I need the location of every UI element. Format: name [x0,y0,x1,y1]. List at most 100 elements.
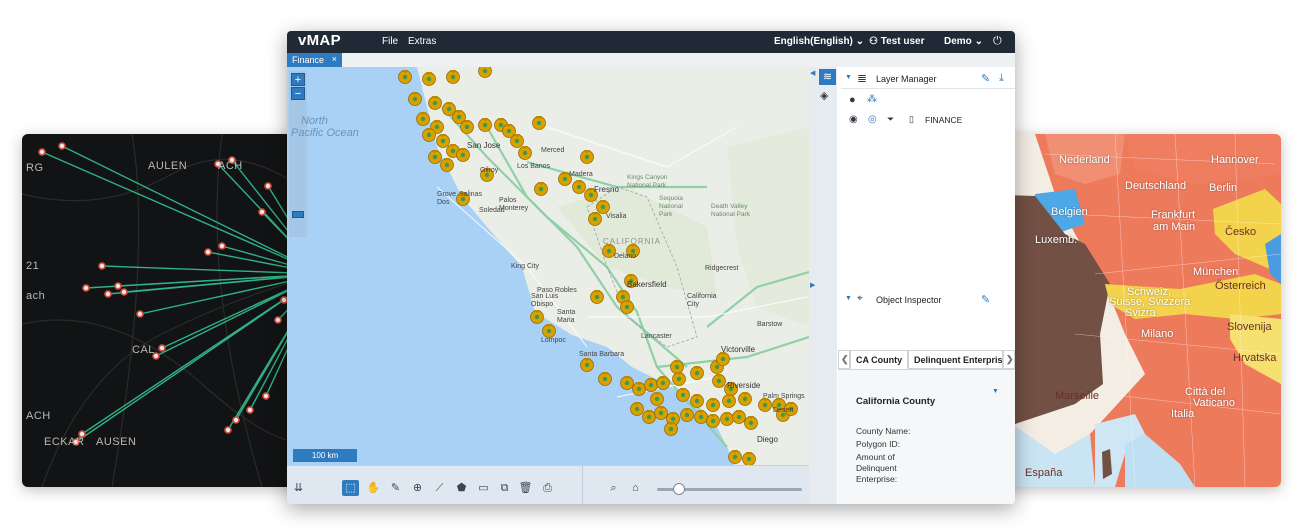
download-icon[interactable]: ⤓ [999,72,1004,85]
money-bag-marker[interactable] [398,70,412,84]
group-layer-icon[interactable]: ⁂ [867,94,877,105]
money-bag-marker[interactable] [510,134,524,148]
money-bag-marker[interactable] [656,376,670,390]
money-bag-marker[interactable] [642,410,656,424]
money-bag-marker[interactable] [650,392,664,406]
money-bag-marker[interactable] [670,360,684,374]
money-bag-marker[interactable] [460,120,474,134]
money-bag-marker[interactable] [428,96,442,110]
menu-extras[interactable]: Extras [408,36,436,47]
paint-bucket-icon[interactable]: ◈ [820,89,828,102]
money-bag-marker[interactable] [620,300,634,314]
tab-delinquent-enterprise[interactable]: Delinquent Enterprise [908,350,1003,369]
zoom-slider-thumb[interactable] [673,483,685,495]
money-bag-marker[interactable] [428,150,442,164]
money-bag-marker[interactable] [478,118,492,132]
money-bag-marker[interactable] [654,406,668,420]
money-bag-marker[interactable] [630,402,644,416]
money-bag-marker[interactable] [716,352,730,366]
money-bag-marker[interactable] [706,414,720,428]
search-icon[interactable]: ⌕ [605,480,622,496]
tab-finance[interactable]: Finance × [287,53,342,67]
money-bag-marker[interactable] [744,416,758,430]
money-bag-marker[interactable] [598,372,612,386]
money-bag-marker[interactable] [590,290,604,304]
edit-icon[interactable]: ✎ [981,293,990,306]
money-bag-marker[interactable] [440,158,454,172]
print-tool-icon[interactable]: ⎙ [539,480,556,496]
money-bag-marker[interactable] [722,394,736,408]
home-icon[interactable]: ⌂ [627,480,644,496]
money-bag-marker[interactable] [632,382,646,396]
user-menu[interactable]: ⚇ Test user [869,36,924,47]
money-bag-marker[interactable] [534,182,548,196]
money-bag-marker[interactable] [422,128,436,142]
money-bag-marker[interactable] [416,112,430,126]
power-icon[interactable]: ⏻ [993,35,1002,48]
copy-tool-icon[interactable]: ⧉ [496,480,513,496]
language-dropdown[interactable]: English(English) ⌄ [774,36,864,47]
money-bag-marker[interactable] [664,422,678,436]
money-bag-marker[interactable] [712,374,726,388]
money-bag-marker[interactable] [672,372,686,386]
money-bag-marker[interactable] [680,408,694,422]
money-bag-marker[interactable] [728,450,742,464]
money-bag-marker[interactable] [720,412,734,426]
money-bag-marker[interactable] [732,410,746,424]
delete-tool-icon[interactable]: 🗑 [517,480,534,496]
money-bag-marker[interactable] [532,116,546,130]
tab-scroll-right[interactable]: ❯ [1003,350,1015,369]
workspace-dropdown[interactable]: Demo ⌄ [944,36,983,47]
paint-tool-icon[interactable]: ✎ [387,480,404,496]
money-bag-marker[interactable] [530,310,544,324]
money-bag-marker[interactable] [690,366,704,380]
money-bag-marker[interactable] [542,324,556,338]
layer-row[interactable]: ◉ ◎ ⏷ ▯ FINANCE [841,114,1015,130]
money-bag-marker[interactable] [580,358,594,372]
money-bag-marker[interactable] [478,67,492,78]
money-bag-marker[interactable] [676,388,690,402]
money-bag-marker[interactable] [572,180,586,194]
money-bag-marker[interactable] [738,392,752,406]
line-tool-icon[interactable]: ⟋ [431,480,448,496]
point-tool-icon[interactable]: ⊕ [409,480,426,496]
money-bag-marker[interactable] [620,376,634,390]
expand-icon[interactable]: ⇊ [290,480,307,496]
zoom-slider-handle[interactable] [292,211,304,218]
pan-tool-icon[interactable]: ✋ [365,480,382,496]
tab-ca-county[interactable]: CA County [850,350,908,369]
money-bag-marker[interactable] [422,72,436,86]
zoom-in-button[interactable]: + [291,73,305,86]
layers-icon[interactable]: ≋ [819,69,836,85]
money-bag-marker[interactable] [436,134,450,148]
money-bag-marker[interactable] [694,410,708,424]
collapse-icon[interactable]: ▼ [845,74,852,81]
money-bag-marker[interactable] [408,92,422,106]
eye-icon[interactable]: ◉ [849,114,858,125]
visibility-icon[interactable]: ◎ [868,114,877,125]
close-icon[interactable]: × [332,54,337,64]
collapse-icon[interactable]: ▼ [845,295,852,302]
measure-tool-icon[interactable]: ▭ [475,480,492,496]
polygon-tool-icon[interactable]: ⬟ [453,480,470,496]
edit-icon[interactable]: ✎ [981,72,990,85]
money-bag-marker[interactable] [456,148,470,162]
money-bag-marker[interactable] [690,394,704,408]
map-canvas[interactable]: + − 100 km North Pacific Ocean San Jose … [287,67,809,465]
tab-scroll-left[interactable]: ❮ [838,350,850,369]
zoom-out-button[interactable]: − [291,87,305,100]
panel-toggle[interactable]: ▶ ◀ [809,67,817,504]
select-tool-icon[interactable]: ⬚ [342,480,359,496]
money-bag-marker[interactable] [588,212,602,226]
money-bag-marker[interactable] [742,452,756,465]
money-bag-marker[interactable] [644,378,658,392]
money-bag-marker[interactable] [706,398,720,412]
menu-file[interactable]: File [382,36,398,47]
add-layer-icon[interactable]: ● [849,94,856,106]
filter-icon[interactable]: ⏷ [887,114,894,125]
money-bag-marker[interactable] [518,146,532,160]
money-bag-marker[interactable] [446,70,460,84]
chevron-down-icon[interactable]: ▼ [992,388,999,395]
money-bag-marker[interactable] [758,398,772,412]
money-bag-marker[interactable] [580,150,594,164]
